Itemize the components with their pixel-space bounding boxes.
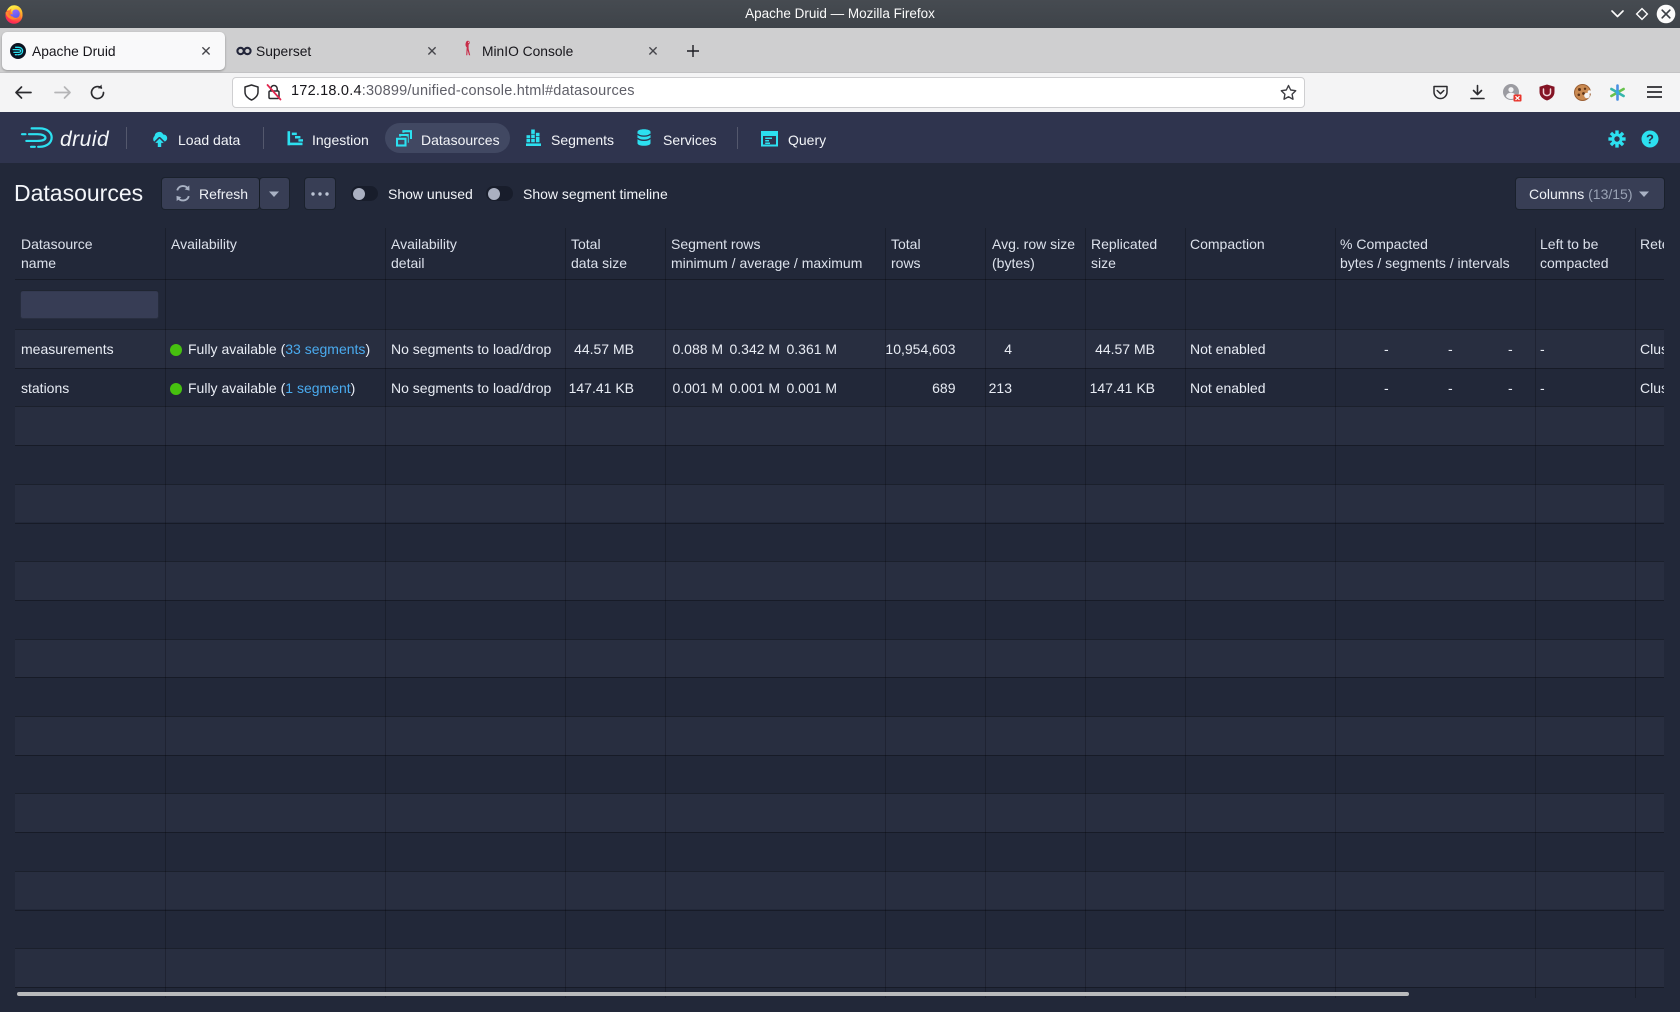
svg-text:?: ? — [1646, 131, 1654, 146]
